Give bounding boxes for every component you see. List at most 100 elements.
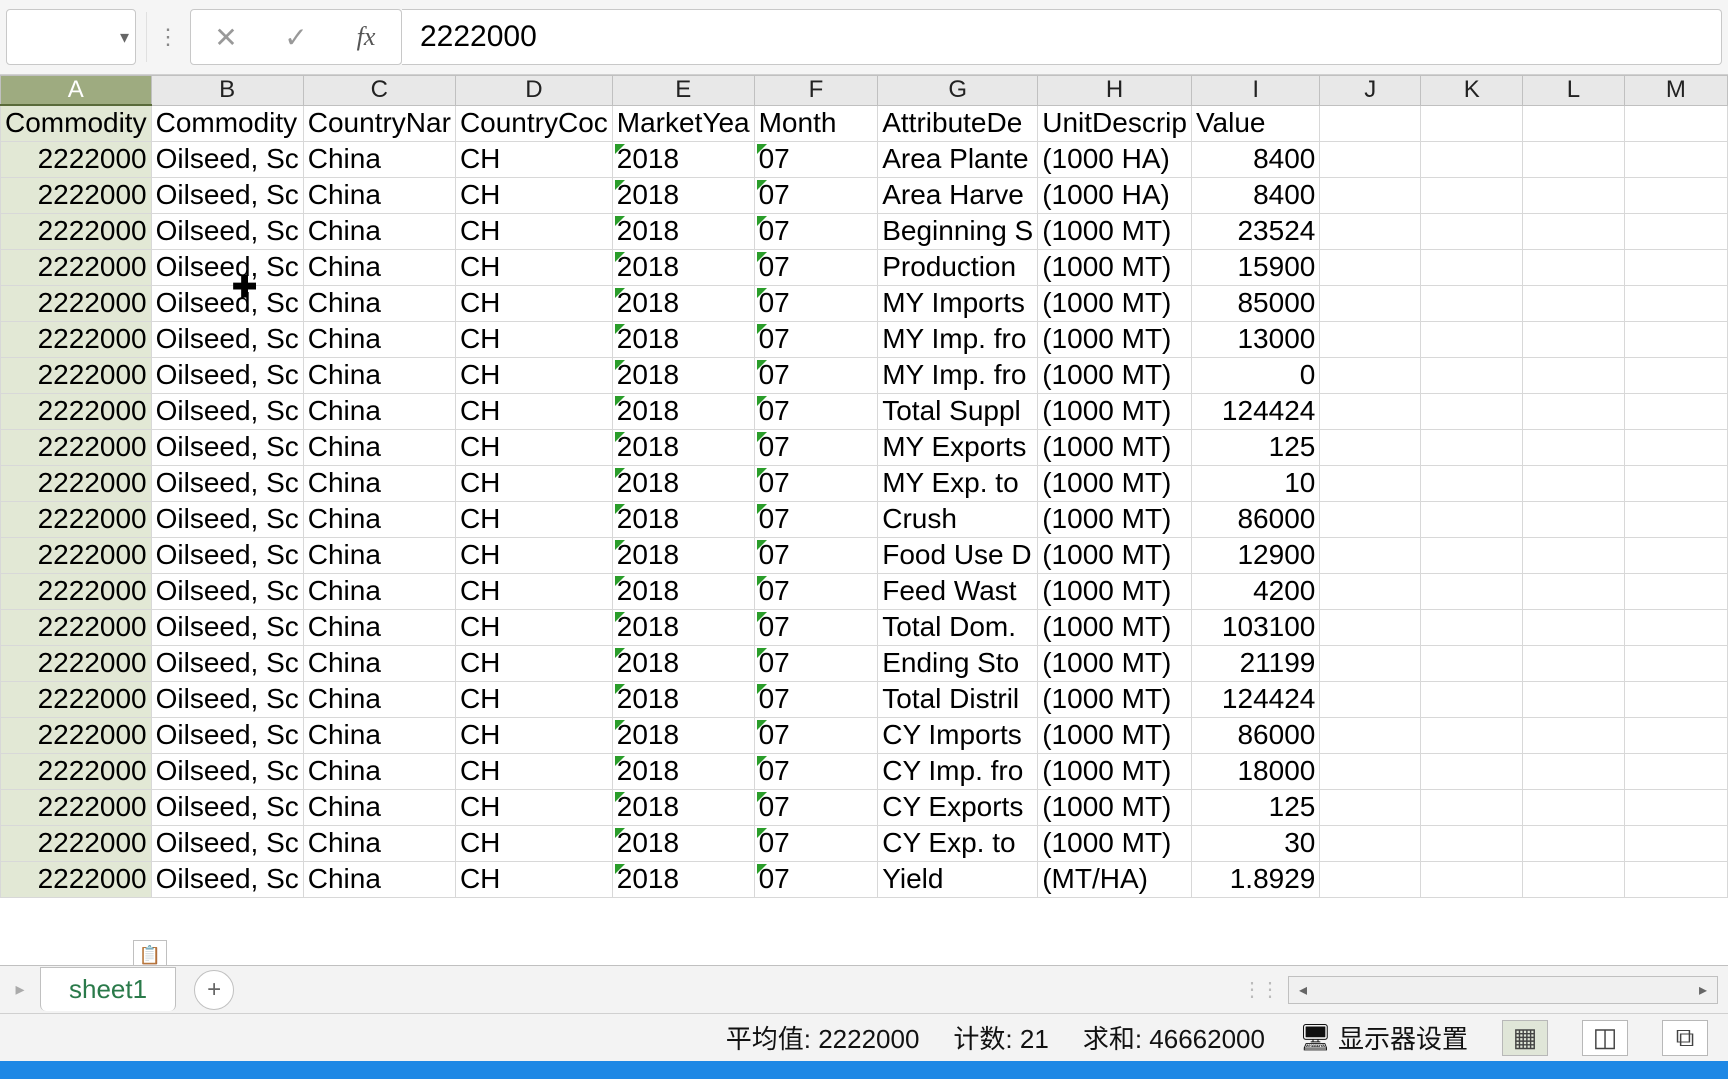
cell[interactable]: 125 [1191, 429, 1319, 465]
header-cell[interactable] [1523, 105, 1624, 141]
cell[interactable] [1421, 825, 1523, 861]
cell[interactable]: 4200 [1191, 573, 1319, 609]
cell[interactable] [1421, 285, 1523, 321]
cell[interactable]: (1000 MT) [1038, 573, 1192, 609]
cell[interactable] [1320, 861, 1421, 897]
cell[interactable]: CH [455, 573, 612, 609]
cell[interactable] [1320, 789, 1421, 825]
cell[interactable] [1624, 249, 1727, 285]
cell[interactable] [1320, 501, 1421, 537]
tab-drag-handle[interactable]: ⋮⋮ [1242, 977, 1278, 1002]
cell[interactable] [1421, 753, 1523, 789]
cell[interactable]: CY Exp. to [878, 825, 1038, 861]
cell[interactable]: 2018 [612, 717, 754, 753]
header-cell[interactable]: Commodity [1, 105, 152, 141]
cell[interactable]: China [303, 789, 455, 825]
cell[interactable]: (1000 HA) [1038, 177, 1192, 213]
cell[interactable]: CH [455, 501, 612, 537]
cell[interactable]: 23524 [1191, 213, 1319, 249]
cell[interactable]: CH [455, 321, 612, 357]
cell[interactable]: 2222000 [1, 789, 152, 825]
cell[interactable] [1320, 645, 1421, 681]
cell[interactable]: China [303, 429, 455, 465]
cell[interactable]: 2222000 [1, 825, 152, 861]
cell[interactable]: Oilseed, Sc [151, 825, 303, 861]
cell[interactable]: Oilseed, Sc [151, 501, 303, 537]
cell[interactable] [1624, 537, 1727, 573]
cell[interactable]: 07 [754, 609, 878, 645]
col-header-J[interactable]: J [1320, 76, 1421, 106]
cell[interactable] [1421, 681, 1523, 717]
cell[interactable]: CH [455, 429, 612, 465]
cell[interactable]: China [303, 681, 455, 717]
cell[interactable]: 2222000 [1, 177, 152, 213]
cell[interactable] [1421, 537, 1523, 573]
cell[interactable]: 2222000 [1, 753, 152, 789]
cell[interactable]: 18000 [1191, 753, 1319, 789]
cell[interactable]: 07 [754, 429, 878, 465]
col-header-F[interactable]: F [754, 76, 878, 106]
cell[interactable] [1624, 213, 1727, 249]
cell[interactable]: Total Suppl [878, 393, 1038, 429]
add-sheet-button[interactable]: + [194, 970, 234, 1010]
cell[interactable]: Oilseed, Sc [151, 789, 303, 825]
cell[interactable]: Oilseed, Sc [151, 537, 303, 573]
cell[interactable]: 1.8929 [1191, 861, 1319, 897]
col-header-M[interactable]: M [1624, 76, 1727, 106]
cell[interactable]: Feed Wast [878, 573, 1038, 609]
sheet-table[interactable]: ABCDEFGHIJKLMCommodityCommodityCountryNa… [0, 75, 1728, 898]
cell[interactable]: (1000 MT) [1038, 681, 1192, 717]
cell[interactable]: CH [455, 213, 612, 249]
cell[interactable]: Oilseed, Sc [151, 177, 303, 213]
name-box[interactable]: ▾ [6, 9, 136, 65]
cell[interactable]: CH [455, 789, 612, 825]
cell[interactable]: CH [455, 861, 612, 897]
cell[interactable]: 85000 [1191, 285, 1319, 321]
confirm-button[interactable]: ✓ [261, 10, 331, 64]
display-settings-button[interactable]: 🖥 显示器设置 [1299, 1019, 1468, 1056]
cell[interactable] [1523, 249, 1624, 285]
cell[interactable]: China [303, 861, 455, 897]
col-header-A[interactable]: A [1, 76, 152, 106]
header-cell[interactable] [1421, 105, 1523, 141]
scroll-right-icon[interactable]: ▸ [1689, 980, 1717, 1000]
cell[interactable] [1421, 501, 1523, 537]
cell[interactable]: China [303, 465, 455, 501]
cell[interactable]: 2018 [612, 357, 754, 393]
cell[interactable]: 07 [754, 573, 878, 609]
horizontal-scrollbar[interactable]: ◂ ▸ [1288, 976, 1718, 1004]
cell[interactable]: Oilseed, Sc [151, 717, 303, 753]
cell[interactable] [1624, 285, 1727, 321]
cell[interactable] [1624, 825, 1727, 861]
cell[interactable]: CH [455, 465, 612, 501]
cell[interactable]: (1000 MT) [1038, 357, 1192, 393]
cell[interactable] [1421, 357, 1523, 393]
cell[interactable]: 2018 [612, 753, 754, 789]
header-cell[interactable]: Value [1191, 105, 1319, 141]
cell[interactable]: 86000 [1191, 501, 1319, 537]
header-cell[interactable] [1624, 105, 1727, 141]
cell[interactable] [1320, 285, 1421, 321]
cell[interactable]: 07 [754, 681, 878, 717]
cell[interactable] [1523, 825, 1624, 861]
cell[interactable] [1421, 609, 1523, 645]
cell[interactable] [1624, 177, 1727, 213]
cell[interactable]: 07 [754, 393, 878, 429]
cell[interactable]: 2018 [612, 393, 754, 429]
cell[interactable]: Oilseed, Sc [151, 141, 303, 177]
cell[interactable]: (MT/HA) [1038, 861, 1192, 897]
cell[interactable]: CH [455, 825, 612, 861]
cell[interactable] [1320, 753, 1421, 789]
cell[interactable]: CH [455, 141, 612, 177]
cell[interactable]: 07 [754, 465, 878, 501]
col-header-E[interactable]: E [612, 76, 754, 106]
cell[interactable]: 0 [1191, 357, 1319, 393]
cell[interactable]: Food Use D [878, 537, 1038, 573]
cell[interactable]: (1000 MT) [1038, 465, 1192, 501]
cell[interactable]: Oilseed, Sc [151, 357, 303, 393]
tab-sheet1[interactable]: sheet1 [40, 967, 176, 1011]
more-icon[interactable]: ⋮ [157, 24, 180, 50]
cell[interactable]: (1000 MT) [1038, 717, 1192, 753]
cell[interactable]: 10 [1191, 465, 1319, 501]
scroll-left-icon[interactable]: ◂ [1289, 980, 1317, 1000]
